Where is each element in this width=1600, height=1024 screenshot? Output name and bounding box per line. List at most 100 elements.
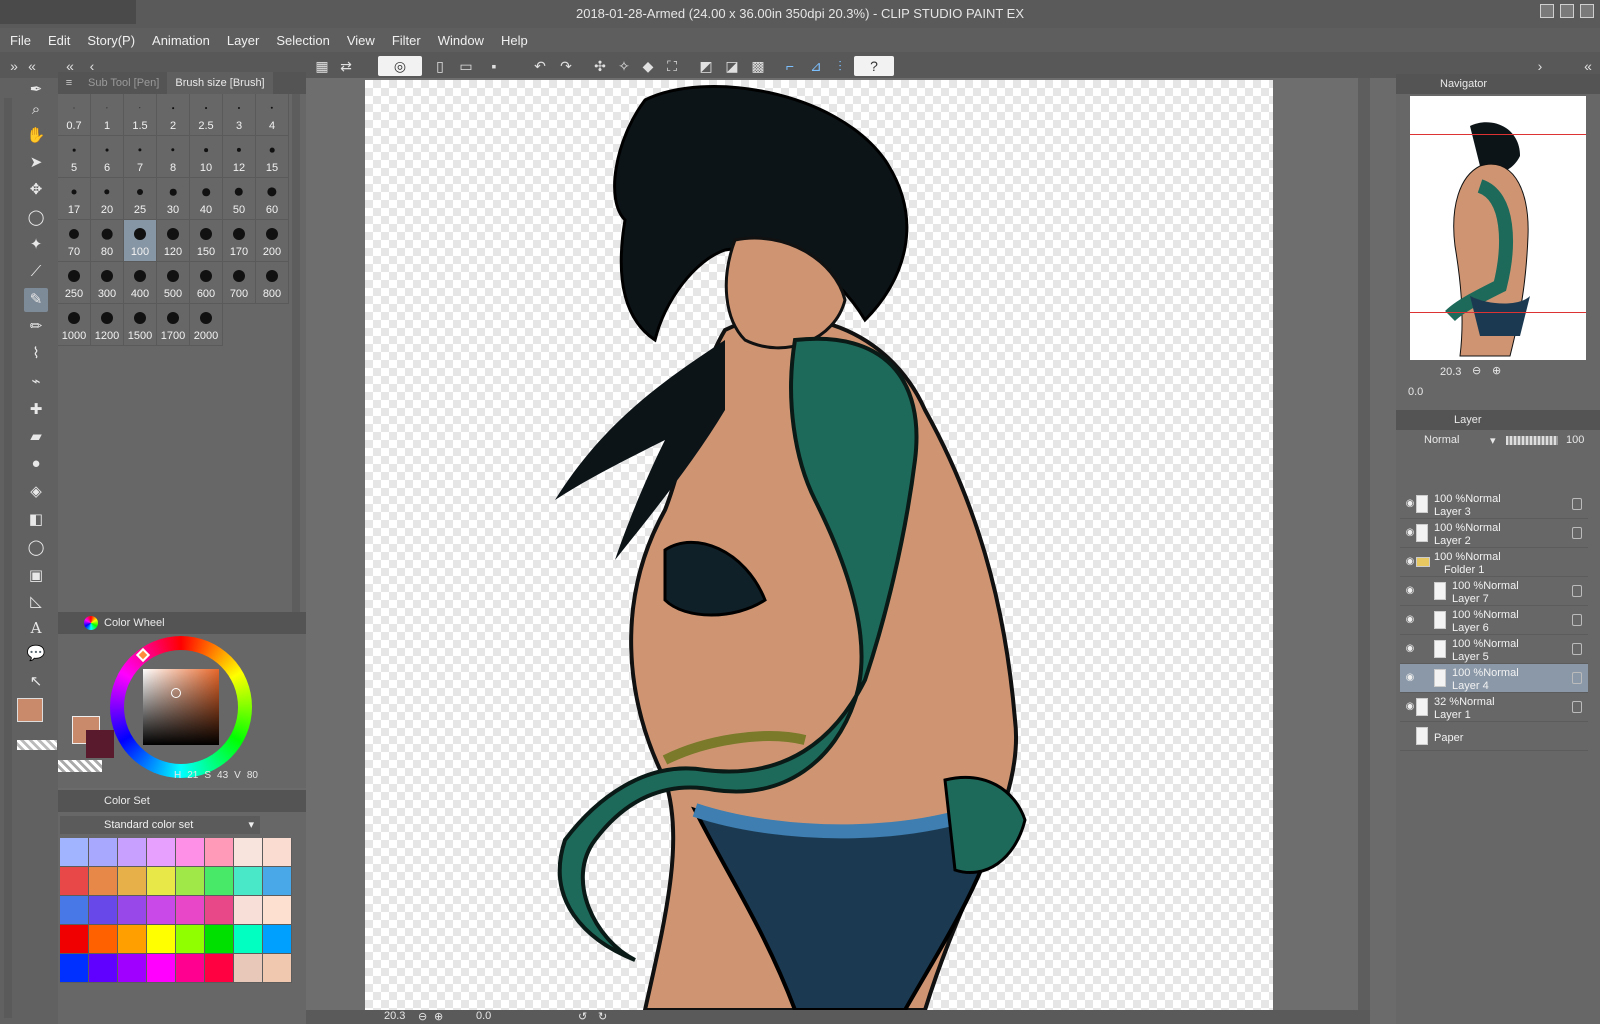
palette-swatch[interactable] xyxy=(234,867,263,896)
layout-grid-icon[interactable]: ▦ xyxy=(312,56,332,76)
brush-size-cell[interactable]: 1700 xyxy=(157,304,190,346)
palette-swatch[interactable] xyxy=(89,925,118,954)
brush-size-cell[interactable]: 60 xyxy=(256,178,289,220)
tab-brush-size[interactable]: Brush size [Brush] xyxy=(167,72,273,94)
layer-folder-row[interactable]: ◉ 100 %Normal Folder 1 xyxy=(1400,548,1588,577)
save-icon[interactable]: ▪ xyxy=(484,56,504,76)
clear-icon[interactable]: ✣ xyxy=(590,56,610,76)
ruler-tool-icon[interactable]: ◺ xyxy=(24,590,48,614)
fill-tool-icon[interactable]: ◈ xyxy=(24,480,48,504)
blend-mode-dropdown[interactable]: Normal xyxy=(1424,434,1459,446)
zoom-in-icon[interactable]: ⊕ xyxy=(434,1010,443,1023)
navigator-preview[interactable] xyxy=(1410,96,1586,360)
lock-icon[interactable] xyxy=(1572,498,1582,510)
visibility-eye-icon[interactable]: ◉ xyxy=(1404,672,1416,684)
lock-icon[interactable] xyxy=(1572,672,1582,684)
frame-border-tool-icon[interactable]: ▣ xyxy=(24,564,48,588)
rotate-right-icon[interactable]: ↻ xyxy=(598,1010,607,1023)
palette-swatch[interactable] xyxy=(89,896,118,925)
palette-swatch[interactable] xyxy=(234,838,263,867)
menu-view[interactable]: View xyxy=(347,33,375,48)
palette-swatch[interactable] xyxy=(263,838,292,867)
palette-swatch[interactable] xyxy=(176,896,205,925)
brush-size-cell[interactable]: 17 xyxy=(58,178,91,220)
palette-swatch[interactable] xyxy=(234,896,263,925)
decoration-tool-icon[interactable]: ✚ xyxy=(24,398,48,422)
brush-size-cell[interactable]: 1500 xyxy=(124,304,157,346)
brush-size-cell[interactable]: 1.5 xyxy=(124,94,157,136)
brush-size-cell[interactable]: 120 xyxy=(157,220,190,262)
gradient-tool-icon[interactable]: ◧ xyxy=(24,508,48,532)
palette-swatch[interactable] xyxy=(205,867,234,896)
brush-size-cell[interactable]: 40 xyxy=(190,178,223,220)
menu-filter[interactable]: Filter xyxy=(392,33,421,48)
palette-swatch[interactable] xyxy=(60,954,89,983)
palette-swatch[interactable] xyxy=(60,867,89,896)
layer-row[interactable]: ◉ 32 %Normal Layer 1 xyxy=(1400,693,1588,722)
show-selection-icon[interactable]: ▩ xyxy=(748,56,768,76)
brush-size-cell[interactable]: 50 xyxy=(223,178,256,220)
brush-size-cell[interactable]: 2.5 xyxy=(190,94,223,136)
palette-swatch[interactable] xyxy=(147,896,176,925)
zoom-tool-icon[interactable]: ⌕ xyxy=(24,98,48,122)
brush-size-cell[interactable]: 3 xyxy=(223,94,256,136)
palette-swatch[interactable] xyxy=(176,954,205,983)
redo-icon[interactable]: ↷ xyxy=(556,56,576,76)
tool-strip-scrollbar[interactable] xyxy=(4,98,12,1018)
close-button[interactable] xyxy=(1580,4,1594,18)
palette-swatch[interactable] xyxy=(176,838,205,867)
snap-grid-icon[interactable]: ⫶ xyxy=(830,56,850,76)
blend-tool-icon[interactable]: ● xyxy=(24,452,48,476)
brush-size-cell[interactable]: 170 xyxy=(223,220,256,262)
pen-tool-icon[interactable]: ✎ xyxy=(24,288,48,312)
brush-size-cell[interactable]: 1 xyxy=(91,94,124,136)
brush-size-cell[interactable]: 2000 xyxy=(190,304,223,346)
menu-story[interactable]: Story(P) xyxy=(87,33,135,48)
brush-size-cell[interactable]: 20 xyxy=(91,178,124,220)
visibility-eye-icon[interactable]: ◉ xyxy=(1404,556,1416,568)
palette-swatch[interactable] xyxy=(118,925,147,954)
clip-studio-icon[interactable]: ◎ xyxy=(378,56,422,76)
brush-size-cell[interactable]: 600 xyxy=(190,262,223,304)
operation-tool-icon[interactable]: ➤ xyxy=(24,151,48,175)
palette-swatch[interactable] xyxy=(205,925,234,954)
brush-size-cell[interactable]: 4 xyxy=(256,94,289,136)
status-rotation[interactable]: 0.0 xyxy=(476,1010,491,1022)
zoom-out-icon[interactable]: ⊖ xyxy=(418,1010,427,1023)
menu-file[interactable]: File xyxy=(10,33,31,48)
eyedropper-tool-icon[interactable]: ⟋ xyxy=(24,260,48,284)
palette-swatch[interactable] xyxy=(89,838,118,867)
brush-size-cell[interactable]: 200 xyxy=(256,220,289,262)
right-panel-next-icon[interactable]: › xyxy=(1530,56,1550,76)
tab-subtool-pen[interactable]: Sub Tool [Pen] xyxy=(80,72,167,94)
brush-size-cell[interactable]: 30 xyxy=(157,178,190,220)
opacity-slider[interactable] xyxy=(1506,436,1558,445)
main-color-swatch[interactable] xyxy=(17,698,43,722)
snap-special-ruler-icon[interactable]: ⊿ xyxy=(806,56,826,76)
navigator-zoom-value[interactable]: 20.3 xyxy=(1440,366,1461,378)
brush-size-cell[interactable]: 70 xyxy=(58,220,91,262)
palette-swatch[interactable] xyxy=(263,925,292,954)
lock-icon[interactable] xyxy=(1572,527,1582,539)
palette-swatch[interactable] xyxy=(60,925,89,954)
brush-size-cell[interactable]: 5 xyxy=(58,136,91,178)
palette-swatch[interactable] xyxy=(89,954,118,983)
brush-size-cell[interactable]: 250 xyxy=(58,262,91,304)
palette-swatch[interactable] xyxy=(234,954,263,983)
palette-swatch[interactable] xyxy=(176,867,205,896)
invert-selection-icon[interactable]: ◪ xyxy=(722,56,742,76)
palette-swatch[interactable] xyxy=(205,896,234,925)
color-picker-handle[interactable] xyxy=(171,688,181,698)
visibility-eye-icon[interactable]: ◉ xyxy=(1404,585,1416,597)
open-file-icon[interactable]: ▭ xyxy=(456,56,476,76)
menu-help[interactable]: Help xyxy=(501,33,528,48)
palette-swatch[interactable] xyxy=(60,896,89,925)
lasso-tool-icon[interactable]: ◯ xyxy=(24,206,48,230)
brush-size-cell[interactable]: 800 xyxy=(256,262,289,304)
palette-swatch[interactable] xyxy=(118,838,147,867)
brush-size-cell[interactable]: 10 xyxy=(190,136,223,178)
brush-size-cell[interactable]: 12 xyxy=(223,136,256,178)
visibility-eye-icon[interactable]: ◉ xyxy=(1404,527,1416,539)
brush-size-cell[interactable]: 1000 xyxy=(58,304,91,346)
panel-menu-icon[interactable]: ≡ xyxy=(58,77,80,89)
